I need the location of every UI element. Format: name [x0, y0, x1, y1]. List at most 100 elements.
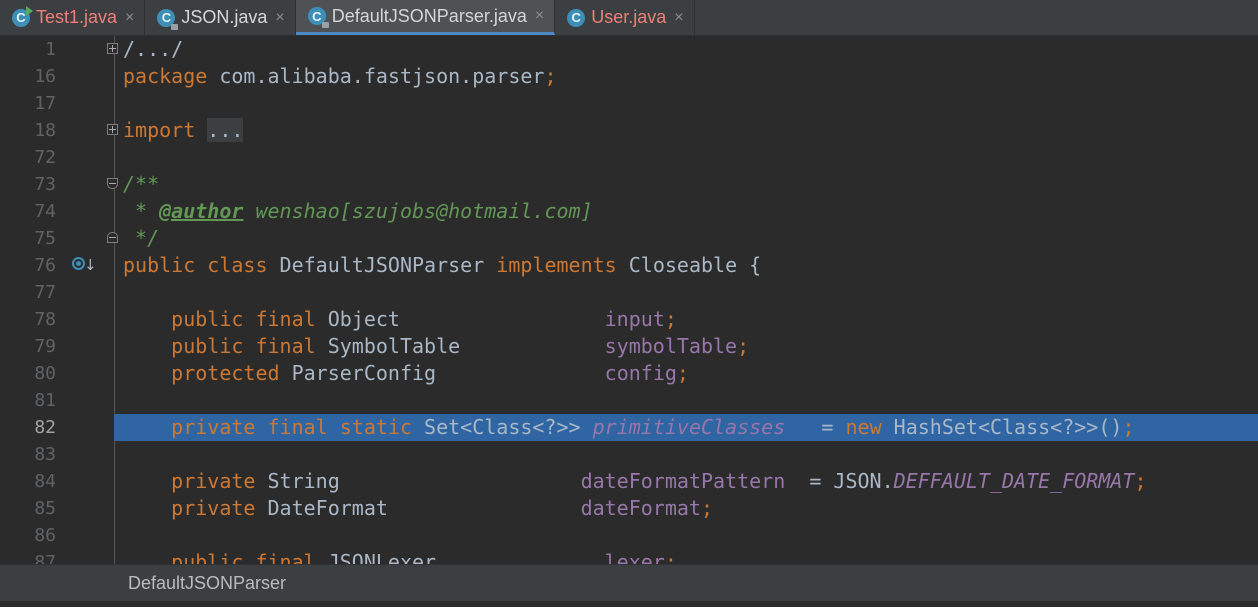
code-token: new [845, 415, 882, 439]
code-token: Set<Class<?>> [411, 415, 593, 439]
code-token: private final static [123, 415, 412, 439]
code-line[interactable]: 87 public final JSONLexer lexer; [0, 549, 1258, 564]
code-token: ; [664, 307, 677, 331]
tab-label: User.java [591, 7, 667, 27]
code-line[interactable]: 81 [0, 387, 1258, 414]
code-text: private DateFormat dateFormat; [123, 495, 713, 522]
line-number: 79 [34, 336, 56, 357]
code-token: public class [123, 253, 268, 277]
code-token: Closeable { [616, 253, 762, 277]
code-token: lexer [604, 550, 665, 564]
line-number: 75 [34, 228, 56, 249]
code-token: private [123, 469, 256, 493]
code-editor[interactable]: 1 /.../ 16 package com.alibaba.fastjson.par… [0, 36, 1258, 564]
java-class-locked-icon: C [307, 7, 329, 28]
code-line[interactable]: 1 /.../ [0, 36, 1258, 63]
code-line[interactable]: 77 [0, 279, 1258, 306]
lock-badge-icon [171, 23, 179, 30]
line-number: 86 [34, 525, 56, 546]
code-text: public class DefaultJSONParser implement… [123, 252, 761, 279]
code-token: input [604, 307, 665, 331]
code-token: import [123, 118, 196, 142]
code-line[interactable]: 76 ↓ public class DefaultJSONParser implem… [0, 252, 1258, 279]
code-text: public final JSONLexer lexer; [123, 549, 677, 564]
code-token: dateFormat [580, 496, 701, 520]
line-number: 83 [34, 444, 56, 465]
code-line[interactable]: 17 [0, 90, 1258, 117]
line-number: 84 [34, 471, 56, 492]
code-token: symbolTable [604, 334, 738, 358]
code-line[interactable]: 84 private String dateFormatPattern = JS… [0, 468, 1258, 495]
code-token: /.../ [123, 37, 184, 61]
tab-defaultjsonparser[interactable]: C DefaultJSONParser.java × [295, 0, 556, 35]
code-line[interactable]: 74 * @author wenshao[szujobs@hotmail.com… [0, 198, 1258, 225]
code-text: public final Object input; [123, 306, 677, 333]
line-number: 1 [45, 39, 56, 60]
close-icon[interactable]: × [674, 9, 683, 27]
breadcrumb[interactable]: DefaultJSONParser [128, 565, 286, 602]
editor-tab-bar: C Test1.java × C JSON.java × C DefaultJSONParse… [0, 0, 1258, 36]
code-token: DefaultJSONParser [267, 253, 497, 277]
code-text: public final SymbolTable symbolTable; [123, 333, 749, 360]
code-text: private String dateFormatPattern = JSON.… [123, 468, 1146, 495]
code-token: ParserConfig [279, 361, 605, 385]
tab-label: Test1.java [36, 7, 118, 27]
code-token: ; [737, 334, 750, 358]
code-line[interactable]: 78 public final Object input; [0, 306, 1258, 333]
code-token: * [123, 199, 160, 223]
code-token: = JSON. [785, 469, 894, 493]
code-line[interactable]: 85 private DateFormat dateFormat; [0, 495, 1258, 522]
code-line[interactable]: 18 import ... [0, 117, 1258, 144]
code-token: = [785, 415, 846, 439]
breadcrumb-bar: DefaultJSONParser [0, 564, 1258, 602]
tab-json[interactable]: C JSON.java × [145, 0, 296, 35]
code-line[interactable]: 75 */ [0, 225, 1258, 252]
code-token: private [123, 496, 256, 520]
code-text: /.../ [123, 36, 183, 63]
code-line[interactable]: 16 package com.alibaba.fastjson.parser; [0, 63, 1258, 90]
line-number: 16 [34, 66, 56, 87]
code-token: DateFormat [255, 496, 581, 520]
code-token: DEFFAULT_DATE_FORMAT [893, 469, 1135, 493]
code-line[interactable]: 72 [0, 144, 1258, 171]
code-text: import ... [123, 117, 244, 144]
fold-expand-icon[interactable] [107, 124, 118, 135]
tab-label: DefaultJSONParser.java [331, 5, 527, 26]
fold-collapse-icon[interactable] [107, 178, 118, 189]
close-icon[interactable]: × [275, 9, 284, 27]
line-number: 17 [34, 93, 56, 114]
fold-expand-icon[interactable] [107, 43, 118, 54]
code-token: /** [123, 172, 160, 196]
code-token: public final [123, 307, 316, 331]
line-number: 72 [34, 147, 56, 168]
tab-test1[interactable]: C Test1.java × [0, 0, 146, 35]
code-token: SymbolTable [315, 334, 605, 358]
line-number: 85 [34, 498, 56, 519]
code-token: ; [544, 64, 557, 88]
code-token: HashSet<Class<?>>() [881, 415, 1123, 439]
code-token: com.alibaba.fastjson.parser [207, 64, 545, 88]
arrow-down-icon: ↓ [84, 256, 97, 274]
code-text: /** [123, 171, 159, 198]
java-class-icon: C [567, 8, 586, 27]
fold-collapse-icon[interactable] [107, 232, 118, 243]
close-icon[interactable]: × [125, 9, 134, 27]
code-token: implements [496, 253, 617, 277]
code-line[interactable]: 86 [0, 522, 1258, 549]
code-line[interactable]: 82 private final static Set<Class<?>> pr… [0, 414, 1258, 441]
code-line[interactable]: 80 protected ParserConfig config; [0, 360, 1258, 387]
line-number: 76 [34, 255, 56, 276]
code-token: config [604, 361, 677, 385]
code-line[interactable]: 79 public final SymbolTable symbolTable; [0, 333, 1258, 360]
code-line[interactable]: 73 /** [0, 171, 1258, 198]
tab-user[interactable]: C User.java × [555, 0, 695, 35]
code-text: private final static Set<Class<?>> primi… [123, 414, 1134, 441]
code-token: String [255, 469, 581, 493]
code-token: public final [123, 334, 316, 358]
code-token: protected [123, 361, 280, 385]
tab-label: JSON.java [181, 7, 268, 27]
close-icon[interactable]: × [535, 7, 544, 25]
code-token: ; [700, 496, 714, 520]
code-line[interactable]: 83 [0, 441, 1258, 468]
